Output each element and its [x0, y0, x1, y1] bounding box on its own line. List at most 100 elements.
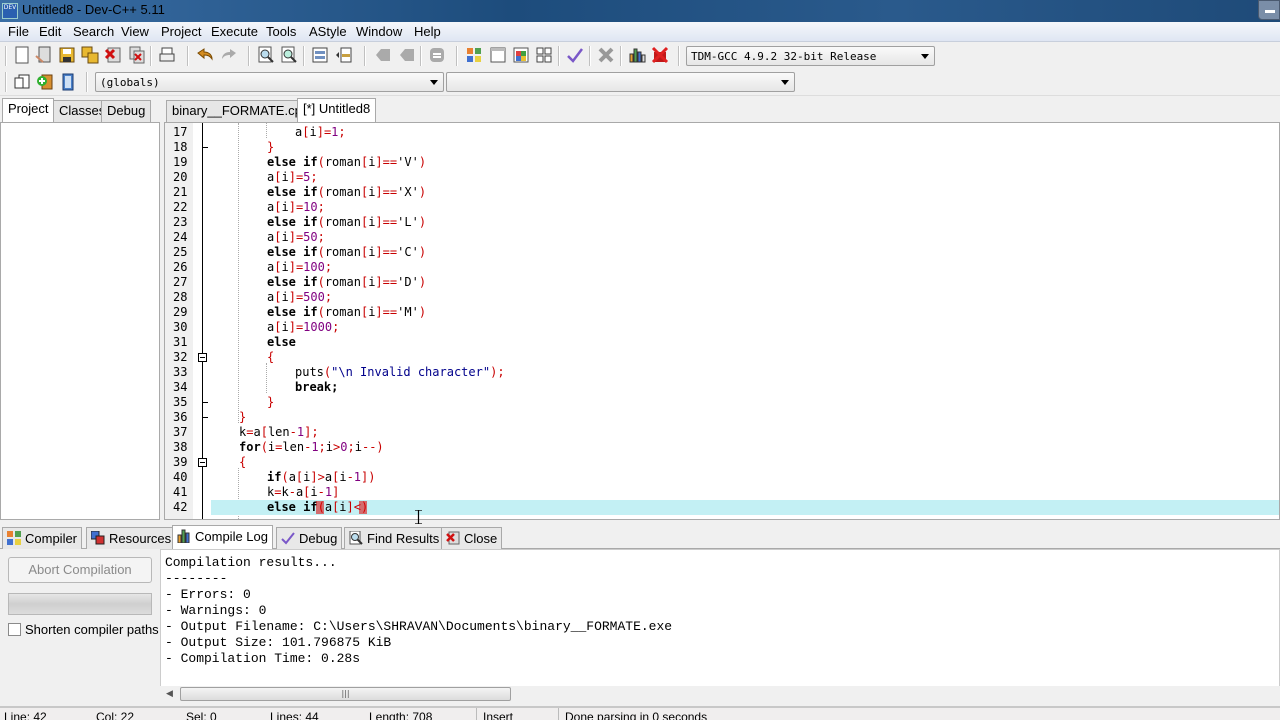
scrollbar-thumb[interactable]: ||| — [180, 687, 511, 701]
function-select[interactable] — [446, 72, 795, 92]
log-line: - Output Filename: C:\Users\SHRAVAN\Docu… — [165, 619, 673, 634]
menu-project[interactable]: Project — [161, 24, 201, 39]
unindent-icon[interactable] — [335, 46, 353, 64]
tab-project[interactable]: Project — [2, 98, 55, 123]
tab-resources[interactable]: Resources — [86, 527, 177, 549]
menu-file[interactable]: File — [8, 24, 29, 39]
compiler-icon — [7, 531, 21, 545]
tab-find-results[interactable]: Find Results — [344, 527, 445, 549]
menu-execute[interactable]: Execute — [211, 24, 258, 39]
scope-select[interactable]: (globals) — [95, 72, 444, 92]
undo-icon[interactable] — [196, 46, 214, 64]
run-icon[interactable] — [489, 46, 507, 64]
code-editor[interactable]: 17 a[i]=1; 18} 19 else if(roman[i]=='V') 2… — [164, 122, 1280, 520]
line-number: 39 — [173, 455, 188, 469]
tab-label: Close — [464, 531, 498, 546]
line-number: 36 — [173, 410, 188, 424]
status-lines: Lines: 44 — [270, 710, 319, 720]
compiler-select-value: TDM-GCC 4.9.2 32-bit Release — [691, 50, 877, 63]
tab-debug[interactable]: Debug — [101, 100, 152, 122]
shorten-paths-checkbox[interactable] — [8, 623, 21, 636]
code-text: a[i]=10; — [267, 200, 325, 214]
menu-edit[interactable]: Edit — [39, 24, 61, 39]
horizontal-scrollbar[interactable]: ◀ ||| — [160, 686, 1280, 703]
brace-match-highlight — [316, 501, 324, 514]
text-cursor-icon — [415, 510, 422, 524]
shorten-paths-label: Shorten compiler paths — [25, 622, 159, 637]
find-results-icon — [349, 531, 363, 545]
compile-log-panel: Abort Compilation Shorten compiler paths… — [0, 549, 1280, 706]
line-number: 33 — [173, 365, 188, 379]
minimize-button[interactable] — [1258, 0, 1280, 20]
code-line: 34 break; — [165, 380, 1279, 395]
new-project-icon[interactable] — [13, 73, 31, 91]
menu-astyle[interactable]: AStyle — [309, 24, 347, 39]
code-line: 42else if(a[i]<) — [165, 500, 1279, 515]
project-panel — [0, 122, 160, 520]
replace-icon[interactable] — [280, 46, 298, 64]
menu-window[interactable]: Window — [356, 24, 402, 39]
toggle-comment-icon[interactable] — [428, 46, 446, 64]
code-line: 23 else if(roman[i]=='L') — [165, 215, 1279, 230]
line-number: 24 — [173, 230, 188, 244]
fold-line — [202, 123, 203, 147]
menu-search[interactable]: Search — [73, 24, 114, 39]
log-line: - Errors: 0 — [165, 587, 251, 602]
close-all-icon[interactable] — [128, 46, 146, 64]
bookmark-next-icon[interactable] — [398, 46, 416, 64]
rebuild-all-icon[interactable] — [535, 46, 553, 64]
syntax-check-icon[interactable] — [566, 46, 584, 64]
resources-icon — [91, 531, 105, 545]
chevron-down-icon — [921, 54, 929, 59]
scope-select-value: (globals) — [100, 76, 160, 89]
line-number: 32 — [173, 350, 188, 364]
code-text: puts("\n Invalid character"); — [295, 365, 505, 379]
add-to-project-icon[interactable] — [36, 73, 54, 91]
indent-icon[interactable] — [311, 46, 329, 64]
compile-log-output[interactable]: Compilation results... -------- - Errors… — [160, 549, 1280, 690]
divider — [476, 708, 477, 720]
tab-close[interactable]: Close — [441, 527, 503, 549]
tab-compile-log[interactable]: Compile Log — [172, 525, 273, 550]
scroll-left-icon[interactable]: ◀ — [166, 689, 173, 699]
code-text: else if(roman[i]=='M') — [267, 305, 427, 319]
log-line: - Output Size: 101.796875 KiB — [165, 635, 392, 650]
compiler-select[interactable]: TDM-GCC 4.9.2 32-bit Release — [686, 46, 935, 66]
open-file-icon[interactable] — [35, 46, 53, 64]
tab-untitled8[interactable]: [*] Untitled8 — [297, 98, 377, 123]
compile-run-icon[interactable] — [512, 46, 530, 64]
print-icon[interactable] — [158, 46, 176, 64]
bookmark-prev-icon[interactable] — [374, 46, 392, 64]
tab-label: Resources — [109, 531, 172, 546]
profile-icon[interactable] — [628, 46, 646, 64]
tab-debug-bottom[interactable]: Debug — [276, 527, 343, 549]
fold-collapse-icon[interactable] — [198, 353, 207, 362]
delete-profile-icon[interactable] — [651, 46, 669, 64]
find-icon[interactable] — [257, 46, 275, 64]
remove-from-project-icon[interactable] — [59, 73, 77, 91]
save-all-icon[interactable] — [81, 46, 99, 64]
code-line: 28 a[i]=500; — [165, 290, 1279, 305]
code-line: 27 else if(roman[i]=='D') — [165, 275, 1279, 290]
menu-view[interactable]: View — [121, 24, 149, 39]
new-file-icon[interactable] — [13, 46, 31, 64]
status-line: Line: 42 — [4, 710, 47, 720]
redo-icon[interactable] — [220, 46, 238, 64]
line-number: 23 — [173, 215, 188, 229]
line-number: 20 — [173, 170, 188, 184]
menu-help[interactable]: Help — [414, 24, 441, 39]
compile-icon[interactable] — [465, 46, 483, 64]
stop-execution-icon[interactable] — [597, 46, 615, 64]
menu-tools[interactable]: Tools — [266, 24, 296, 39]
save-icon[interactable] — [58, 46, 76, 64]
title-bar: DEV Untitled8 - Dev-C++ 5.11 — [0, 0, 1280, 22]
tab-binary-formate-cpp[interactable]: binary__FORMATE.cpp — [166, 100, 316, 122]
shorten-paths-option[interactable]: Shorten compiler paths — [8, 622, 159, 637]
separator — [187, 46, 189, 66]
abort-compilation-button[interactable]: Abort Compilation — [8, 557, 152, 583]
separator — [456, 46, 458, 66]
close-file-icon[interactable] — [104, 46, 122, 64]
tab-compiler[interactable]: Compiler — [2, 527, 83, 549]
code-line: 18} — [165, 140, 1279, 155]
fold-collapse-icon[interactable] — [198, 458, 207, 467]
